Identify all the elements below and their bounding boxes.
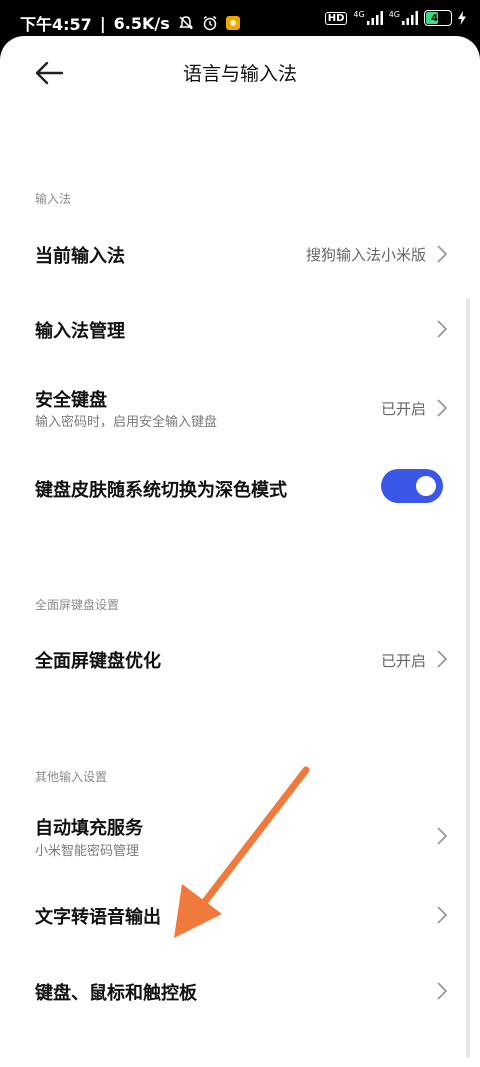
row-fullscreen-optimization[interactable]: 全面屏键盘优化 已开启	[0, 622, 470, 696]
row-subtitle: 小米智能密码管理	[35, 844, 140, 859]
annotation-arrow-icon	[174, 766, 310, 938]
page-title: 语言与输入法	[182, 63, 297, 85]
status-left: 下午4:57 | 6.5K/s	[20, 11, 240, 35]
row-value: 搜狗输入法小米版	[305, 246, 426, 264]
chevron-right-icon	[437, 906, 448, 924]
top-bar: 语言与输入法	[0, 36, 480, 108]
row-ime-management[interactable]: 输入法管理	[0, 292, 470, 366]
toggle-knob	[416, 476, 436, 496]
row-label: 安全键盘	[35, 390, 107, 411]
charging-icon	[458, 11, 466, 25]
dark-skin-toggle[interactable]	[381, 469, 443, 503]
app-notification-icon	[225, 16, 240, 30]
status-time: 下午4:57	[20, 15, 92, 34]
battery-icon: 41	[424, 10, 452, 26]
row-dark-skin: 键盘皮肤随系统切换为深色模式	[0, 450, 470, 526]
scrollbar[interactable]	[466, 298, 470, 1058]
status-right: HD 4G 4G 41	[324, 10, 466, 26]
row-label: 文字转语音输出	[35, 907, 161, 928]
row-value: 已开启	[380, 400, 426, 418]
row-keyboard-mouse-touchpad[interactable]: 键盘、鼠标和触控板	[0, 954, 470, 1028]
row-secure-keyboard[interactable]: 安全键盘 输入密码时，启用安全输入键盘 已开启	[0, 368, 470, 448]
row-label: 自动填充服务	[35, 818, 143, 839]
alarm-icon	[202, 15, 218, 31]
section-label-input-method: 输入法	[35, 192, 72, 206]
row-value: 已开启	[380, 652, 426, 670]
network-type-2: 4G	[388, 10, 400, 19]
chevron-right-icon	[437, 320, 448, 338]
signal-icon-1	[366, 11, 383, 25]
chevron-right-icon	[437, 827, 448, 845]
row-label: 键盘皮肤随系统切换为深色模式	[35, 480, 287, 501]
chevron-right-icon	[437, 245, 448, 263]
row-label: 输入法管理	[35, 321, 125, 342]
hd-icon: HD	[324, 11, 348, 25]
signal-icon-2	[402, 11, 418, 25]
chevron-right-icon	[437, 399, 448, 417]
section-label-fullscreen: 全面屏键盘设置	[35, 598, 120, 612]
mute-icon	[178, 15, 194, 31]
row-label: 当前输入法	[35, 246, 125, 267]
settings-screen: 语言与输入法 输入法 当前输入法 搜狗输入法小米版 输入法管理 安全键盘 输入密…	[0, 36, 480, 1067]
row-subtitle: 输入密码时，启用安全输入键盘	[35, 415, 218, 430]
status-separator: |	[99, 13, 106, 33]
row-label: 全面屏键盘优化	[35, 651, 161, 672]
status-speed: 6.5K/s	[113, 13, 170, 33]
chevron-right-icon	[437, 650, 448, 668]
battery-level: 41	[431, 12, 445, 24]
section-label-other: 其他输入设置	[35, 770, 108, 784]
network-type-1: 4G	[353, 10, 365, 19]
row-current-ime[interactable]: 当前输入法 搜狗输入法小米版	[0, 216, 470, 290]
row-label: 键盘、鼠标和触控板	[35, 983, 197, 1004]
chevron-right-icon	[437, 982, 448, 1000]
